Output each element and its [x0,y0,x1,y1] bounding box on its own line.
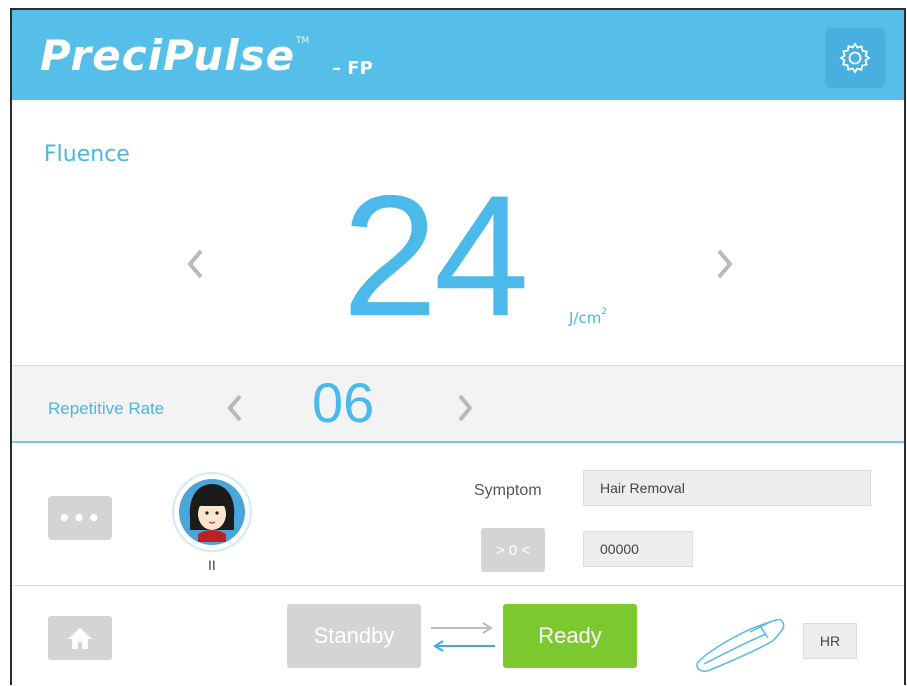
more-options-button[interactable]: ••• [48,496,112,540]
header-bar: PreciPulse TM – FP [12,10,904,100]
fluence-increase-button[interactable] [710,244,740,284]
settings-button[interactable] [825,28,885,88]
rate-value: 06 [312,371,375,434]
fluence-unit: J/cm2 [569,307,608,327]
shot-counter-value: 00000 [583,531,693,567]
chevron-right-icon [458,394,473,422]
brand-logo: PreciPulse [40,31,296,80]
gear-icon [839,42,871,74]
home-button[interactable] [48,616,112,660]
symptom-select[interactable]: Hair Removal [583,470,871,506]
ready-button[interactable]: Ready [503,604,637,668]
rate-decrease-button[interactable] [222,390,248,426]
handpiece-type-badge: HR [803,623,857,659]
home-icon [68,628,92,649]
rate-increase-button[interactable] [452,390,478,426]
rate-label: Repetitive Rate [48,399,165,418]
standby-button[interactable]: Standby [287,604,421,668]
fluence-unit-text: J/cm [569,309,602,327]
counter-reset-button[interactable]: > 0 < [481,528,545,572]
chevron-right-icon [717,249,733,279]
section-divider [12,585,904,586]
skin-type-avatar-button[interactable] [172,472,252,552]
fluence-unit-exponent: 2 [601,307,608,317]
repetitive-rate-row: Repetitive Rate 06 [12,365,904,443]
model-label: – FP [332,58,373,79]
handpiece-icon[interactable] [690,610,790,674]
skin-type-label: II [208,557,216,573]
trademark-mark: TM [296,36,310,46]
chevron-left-icon [227,394,242,422]
fluence-label: Fluence [44,142,130,167]
fluence-value: 24 [342,160,529,352]
face-avatar-icon [179,479,245,545]
swap-arrows-icon [431,622,495,652]
fluence-decrease-button[interactable] [180,244,210,284]
symptom-label: Symptom [474,482,542,499]
chevron-left-icon [187,249,203,279]
device-screen: PreciPulse TM – FP Fluence 24 J/cm2 Repe… [10,8,906,685]
